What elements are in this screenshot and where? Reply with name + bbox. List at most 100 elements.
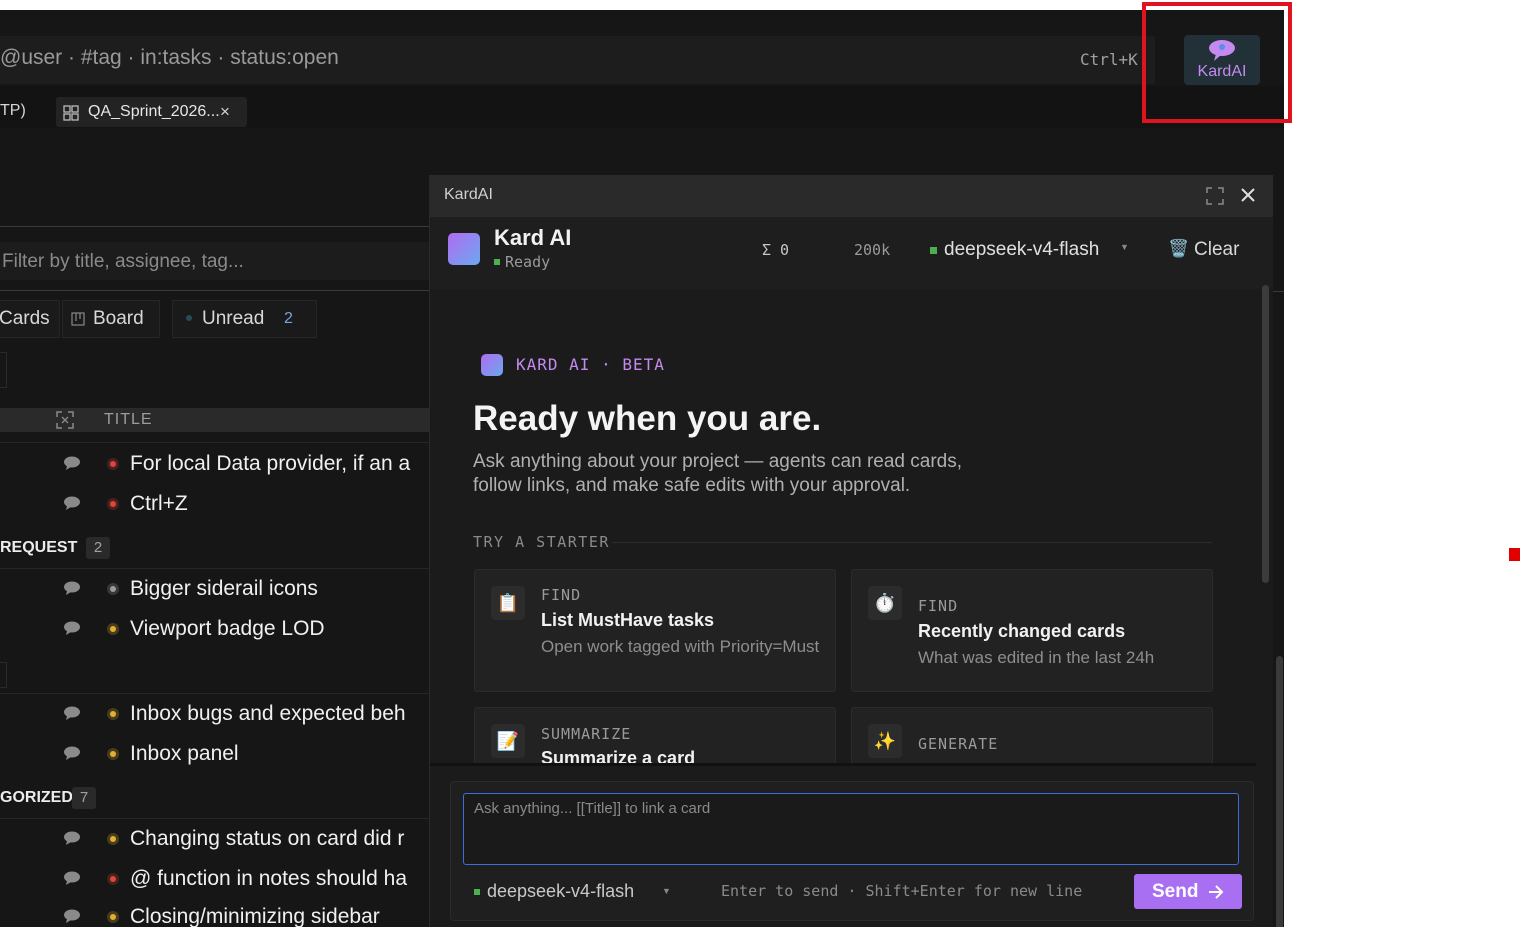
clipboard-icon: 📋 <box>491 586 525 620</box>
starter-kind: FIND <box>541 586 582 604</box>
filter-placeholder: Filter by title, assignee, tag... <box>2 251 244 272</box>
view-board-button[interactable]: Board <box>62 300 160 338</box>
agent-status: Ready <box>505 253 551 271</box>
starter-kind: SUMMARIZE <box>541 725 632 743</box>
kard-ai-badge-icon <box>481 354 503 376</box>
comment-icon <box>64 456 80 470</box>
view-unread-button[interactable]: Unread 2 <box>172 300 317 338</box>
collapsed-control[interactable] <box>0 352 7 388</box>
comment-icon <box>64 621 80 635</box>
group-label[interactable]: GORIZED <box>0 789 73 807</box>
expand-all-icon[interactable] <box>56 411 74 429</box>
sparkles-icon: ✨ <box>868 724 902 758</box>
divider <box>0 290 430 291</box>
divider <box>430 763 1256 766</box>
starter-kind: FIND <box>918 597 959 615</box>
chat-titlebar[interactable]: KardAI <box>430 175 1273 217</box>
comment-icon <box>64 706 80 720</box>
chat-scrollbar-thumb[interactable] <box>1262 285 1269 583</box>
view-cards-button[interactable]: Cards <box>0 300 60 338</box>
card-title: Closing/minimizing sidebar <box>130 905 380 927</box>
send-button-label: Send <box>1152 881 1199 902</box>
group-label[interactable]: REQUEST <box>0 539 77 557</box>
token-count: Σ 0 <box>762 241 790 259</box>
trash-icon[interactable]: 🗑️ <box>1168 239 1189 259</box>
chat-header: Kard AI Ready Σ 0 200k deepseek-v4-flash… <box>430 217 1273 289</box>
app-window: @user · #tag · in:tasks · status:open Ct… <box>0 10 1284 927</box>
group-count: 2 <box>86 537 110 559</box>
send-hint: Enter to send · Shift+Enter for new line <box>721 882 1083 900</box>
comment-icon <box>64 909 80 923</box>
beta-badge: KARD AI · BETA <box>516 355 665 374</box>
chevron-down-icon[interactable]: ▼ <box>662 886 671 896</box>
view-unread-label: Unread <box>202 308 265 329</box>
memo-icon: 📝 <box>491 724 525 758</box>
view-cards-label: Cards <box>0 308 50 329</box>
send-button[interactable]: Send <box>1134 874 1242 909</box>
divider <box>0 226 430 227</box>
divider <box>612 542 1212 543</box>
status-dot <box>107 458 119 470</box>
status-indicator-icon <box>494 259 500 265</box>
chat-composer: Ask anything... [[Title]] to link a card… <box>450 781 1254 921</box>
divider <box>0 442 430 443</box>
model-selector[interactable]: deepseek-v4-flash <box>944 239 1099 261</box>
maximize-icon[interactable] <box>1206 187 1224 205</box>
card-title: Changing status on card did r <box>130 827 405 850</box>
divider <box>0 693 430 694</box>
tab-label: QA_Sprint_2026... <box>88 103 220 120</box>
card-title: Bigger siderail icons <box>130 577 318 600</box>
status-dot <box>107 498 119 510</box>
tab-close-icon[interactable]: × <box>220 102 230 122</box>
agent-name: Kard AI <box>494 225 572 250</box>
unread-dot-icon <box>186 315 192 321</box>
card-title: Inbox bugs and expected beh <box>130 702 406 725</box>
starter-title: Recently changed cards <box>918 621 1126 641</box>
comment-icon <box>64 746 80 760</box>
comment-icon <box>64 496 80 510</box>
welcome-headline: Ready when you are. <box>473 399 822 438</box>
starter-description: Open work tagged with Priority=Must <box>541 637 820 656</box>
red-marker <box>1509 548 1520 561</box>
starter-grid: 📋 FIND List MustHave tasks Open work tag… <box>430 555 1260 763</box>
board-icon <box>71 312 85 326</box>
outer-scrollbar-thumb[interactable] <box>1276 656 1283 927</box>
starter-card-recent[interactable]: ⏱️ FIND Recently changed cards What was … <box>851 569 1213 692</box>
starter-card-musthave[interactable]: 📋 FIND List MustHave tasks Open work tag… <box>474 569 836 692</box>
divider <box>0 568 430 569</box>
chevron-down-icon[interactable]: ▼ <box>1120 242 1129 252</box>
starter-description: What was edited in the last 24h <box>918 648 1155 667</box>
starter-card-generate[interactable]: ✨ GENERATE <box>851 707 1213 763</box>
card-title: For local Data provider, if an a <box>130 452 411 475</box>
status-dot <box>107 583 119 595</box>
footer-model-selector[interactable]: deepseek-v4-flash <box>487 881 634 902</box>
model-status-icon <box>930 247 937 254</box>
search-shortcut-hint: Ctrl+K <box>1080 50 1138 69</box>
status-dot <box>107 873 119 885</box>
arrow-right-icon <box>1209 885 1224 899</box>
tab-previous[interactable]: TP) <box>0 102 26 120</box>
status-dot <box>107 748 119 760</box>
status-dot <box>107 911 119 923</box>
chat-window-title: KardAI <box>444 186 493 203</box>
chat-input-placeholder: Ask anything... [[Title]] to link a card <box>474 800 711 817</box>
tab-qa-sprint[interactable]: QA_Sprint_2026... × <box>56 97 247 127</box>
close-icon[interactable] <box>1240 187 1256 203</box>
stopwatch-icon: ⏱️ <box>868 586 902 620</box>
highlight-box <box>1142 2 1292 123</box>
starter-title: Summarize a card <box>541 748 696 763</box>
view-board-label: Board <box>93 308 144 329</box>
kardai-chat-panel: KardAI Kard AI Ready Σ 0 200k deepseek-v… <box>429 175 1273 927</box>
column-title-header[interactable]: TITLE <box>104 411 153 429</box>
chat-input[interactable]: Ask anything... [[Title]] to link a card <box>463 793 1239 865</box>
collapsed-group-control[interactable] <box>0 662 7 688</box>
unread-count: 2 <box>284 310 293 327</box>
clear-button[interactable]: Clear <box>1194 239 1239 261</box>
search-query[interactable]: @user · #tag · in:tasks · status:open <box>0 46 339 70</box>
starter-heading: TRY A STARTER <box>473 533 610 551</box>
context-size: 200k <box>854 241 891 259</box>
card-title: Inbox panel <box>130 742 239 765</box>
group-count: 7 <box>72 787 96 809</box>
starter-card-summarize[interactable]: 📝 SUMMARIZE Summarize a card <box>474 707 836 763</box>
status-dot <box>107 708 119 720</box>
